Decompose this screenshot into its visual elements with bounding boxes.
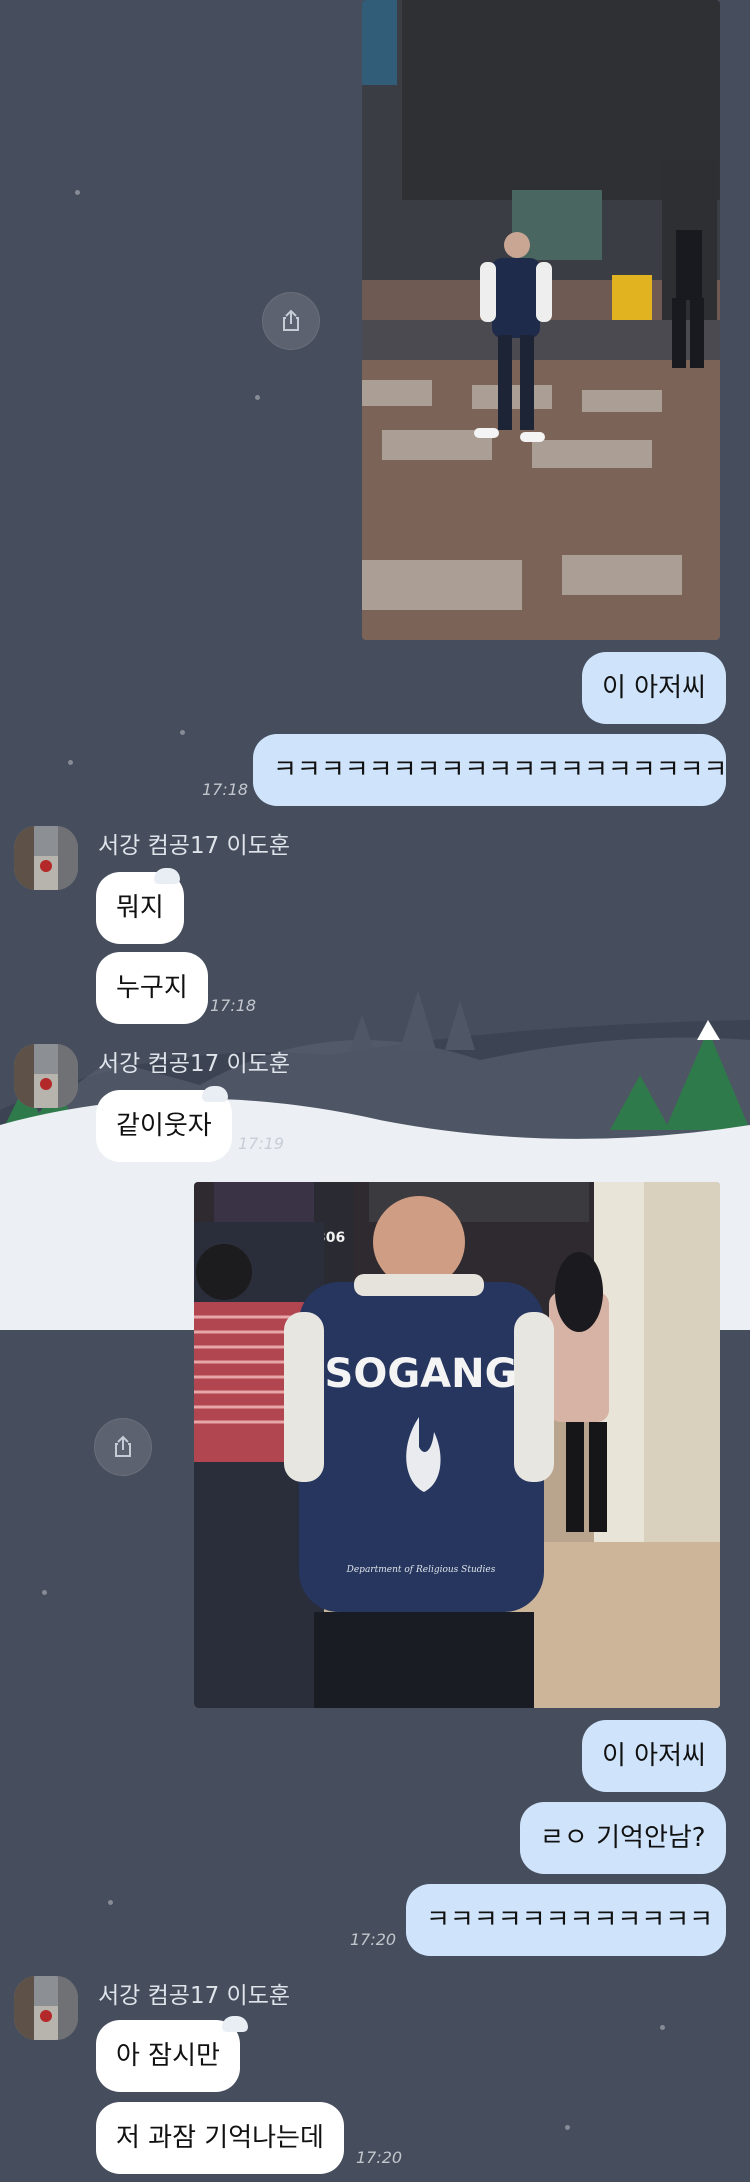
message-timestamp: 17:18 xyxy=(210,996,257,1015)
chat-image-hallway[interactable]: 306 SOGANG Department of Religious Studi… xyxy=(194,1182,720,1708)
avatar-icon xyxy=(14,1976,78,2040)
message-bubble-incoming[interactable]: 아 잠시만 xyxy=(96,2020,240,2092)
message-timestamp: 17:20 xyxy=(350,1930,397,1949)
jacket-small-text: Department of Religious Studies xyxy=(346,1565,496,1575)
avatar-icon xyxy=(14,1044,78,1108)
avatar-icon xyxy=(14,826,78,890)
snow-cap-decoration xyxy=(154,868,180,884)
sender-name: 서강 컴공17 이도훈 xyxy=(98,1051,291,1077)
chat-image-street[interactable] xyxy=(362,0,720,640)
sender-avatar[interactable] xyxy=(14,1044,78,1108)
jacket-text: SOGANG xyxy=(325,1351,518,1397)
message-bubble-outgoing[interactable]: ㅋㅋㅋㅋㅋㅋㅋㅋㅋㅋㅋㅋㅋㅋㅋㅋㅋㅋㅋ xyxy=(253,734,727,806)
sender-avatar[interactable] xyxy=(14,1976,78,2040)
street-photo-graphic xyxy=(362,0,720,640)
share-icon xyxy=(283,309,299,331)
share-button-2[interactable] xyxy=(94,1418,152,1476)
message-timestamp: 17:20 xyxy=(356,2148,403,2167)
message-bubble-outgoing[interactable]: ㄹㅇ 기억안남? xyxy=(520,1802,726,1874)
message-timestamp: 17:18 xyxy=(202,780,249,799)
message-bubble-outgoing[interactable]: 이 아저씨 xyxy=(582,1720,726,1792)
hallway-photo-graphic: 306 SOGANG Department of Religious Studi… xyxy=(194,1182,720,1708)
sender-name: 서강 컴공17 이도훈 xyxy=(98,833,291,859)
message-timestamp: 17:19 xyxy=(238,1134,285,1153)
share-icon xyxy=(115,1435,131,1457)
snow-cap-decoration xyxy=(202,1086,228,1102)
message-bubble-incoming[interactable]: 누구지 xyxy=(96,952,208,1024)
sender-name: 서강 컴공17 이도훈 xyxy=(98,1983,291,2009)
share-button-1[interactable] xyxy=(262,292,320,350)
message-bubble-outgoing[interactable]: ㅋㅋㅋㅋㅋㅋㅋㅋㅋㅋㅋㅋ xyxy=(406,1884,726,1956)
message-bubble-outgoing[interactable]: 이 아저씨 xyxy=(582,652,726,724)
message-bubble-incoming[interactable]: 저 과잠 기억나는데 xyxy=(96,2102,344,2174)
snow-cap-decoration xyxy=(222,2016,248,2032)
sender-avatar[interactable] xyxy=(14,826,78,890)
